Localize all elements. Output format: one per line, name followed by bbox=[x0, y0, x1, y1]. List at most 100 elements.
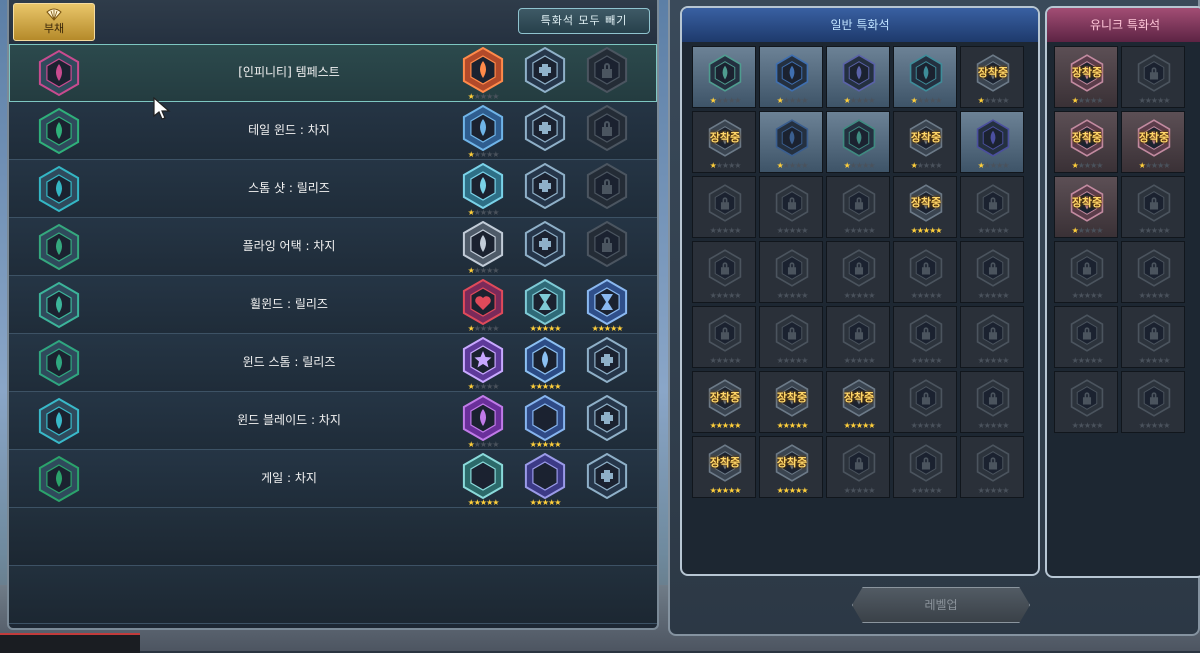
equipped-stone-cell[interactable]: 장착중 ★★★★★ bbox=[692, 436, 756, 498]
purple-drop-gem-icon bbox=[462, 394, 504, 442]
flying-attack-skill-icon bbox=[33, 223, 85, 271]
star-rating: ★★★★★ bbox=[843, 226, 876, 235]
star-rating: ★★★★★ bbox=[843, 356, 876, 365]
equipped-stone-slot[interactable]: ★★★★★ bbox=[581, 278, 633, 333]
skill-row[interactable]: 스톰 샷 : 릴리즈 ★★★★★ bbox=[9, 160, 657, 218]
equipped-stone-cell[interactable]: 장착중 ★★★★★ bbox=[759, 371, 823, 433]
equipped-label: 장착중 bbox=[910, 131, 942, 144]
equipped-label: 장착중 bbox=[843, 391, 875, 404]
equipped-stone-slot[interactable]: ★★★★★ bbox=[457, 278, 509, 333]
equipped-stone-cell[interactable]: 장착중 ★★★★★ bbox=[826, 371, 890, 433]
equipped-stone-slot[interactable]: ★★★★★ bbox=[519, 394, 571, 449]
equipped-stone-cell[interactable]: 장착중 ★★★★★ bbox=[1054, 176, 1118, 238]
cyan-flame-gem-icon bbox=[462, 162, 504, 210]
stone-cell[interactable]: ★★★★★ bbox=[960, 111, 1024, 173]
equipped-stone-slot[interactable]: ★★★★★ bbox=[457, 220, 509, 275]
add-stone-slot[interactable] bbox=[581, 336, 633, 391]
star-rating: ★★★★★ bbox=[977, 356, 1010, 365]
star-rating: ★★★★★ bbox=[910, 421, 943, 430]
tab-secondary-weapon[interactable]: 부채 bbox=[13, 3, 95, 41]
equipped-stone-slot[interactable]: ★★★★★ bbox=[457, 46, 509, 101]
stone-gem-icon bbox=[708, 54, 742, 92]
equipped-stone-cell[interactable]: 장착중 ★★★★★ bbox=[1121, 111, 1185, 173]
skill-row[interactable]: 휠윈드 : 릴리즈 ★★★★★ ★★★★★ ★★★★★ bbox=[9, 276, 657, 334]
equipped-stone-slot[interactable]: ★★★★★ bbox=[519, 452, 571, 507]
fan-icon bbox=[46, 8, 62, 21]
star-rating: ★★★★★ bbox=[529, 498, 562, 507]
skill-row[interactable]: 윈드 스톰 : 릴리즈 ★★★★★ ★★★★★ bbox=[9, 334, 657, 392]
stone-gem-icon bbox=[775, 54, 809, 92]
skill-row[interactable]: 플라잉 어택 : 차지 ★★★★★ bbox=[9, 218, 657, 276]
star-rating: ★★★★★ bbox=[1071, 226, 1104, 235]
star-rating: ★★★★★ bbox=[1138, 226, 1171, 235]
star-rating: ★★★★★ bbox=[709, 421, 742, 430]
add-stone-slot[interactable] bbox=[519, 220, 571, 275]
skill-row[interactable]: 테일 윈드 : 차지 ★★★★★ bbox=[9, 102, 657, 160]
add-stone-slot[interactable] bbox=[519, 104, 571, 159]
star-rating: ★★★★★ bbox=[467, 266, 500, 275]
star-rating: ★★★★★ bbox=[1138, 291, 1171, 300]
equipped-stone-cell[interactable]: 장착중 ★★★★★ bbox=[759, 436, 823, 498]
star-rating: ★★★★★ bbox=[843, 161, 876, 170]
moon-indigo-gem-icon bbox=[524, 452, 566, 500]
equipped-label: 장착중 bbox=[776, 456, 808, 469]
stone-cell[interactable]: ★★★★★ bbox=[826, 111, 890, 173]
equipped-stone-cell[interactable]: 장착중 ★★★★★ bbox=[1054, 46, 1118, 108]
star-rating: ★★★★★ bbox=[467, 92, 500, 101]
equipped-stone-cell[interactable]: 장착중 ★★★★★ bbox=[1054, 111, 1118, 173]
skill-frame-icon bbox=[38, 165, 80, 213]
equipped-stone-slot[interactable]: ★★★★★ bbox=[457, 336, 509, 391]
add-stone-slot[interactable] bbox=[581, 394, 633, 449]
skill-row[interactable]: 게일 : 차지 ★★★★★ ★★★★★ bbox=[9, 450, 657, 508]
stone-cell[interactable]: ★★★★★ bbox=[759, 111, 823, 173]
skill-list: [인피니티] 템페스트 ★★★★★ 테일 윈드 : 차지 ★★★★★ 스톰 샷 … bbox=[9, 44, 657, 624]
lock-icon bbox=[708, 184, 742, 222]
star-rating: ★★★★★ bbox=[977, 161, 1010, 170]
equipped-stone-cell[interactable]: 장착중 ★★★★★ bbox=[893, 111, 957, 173]
stone-gem-icon bbox=[842, 119, 876, 157]
star-rating: ★★★★★ bbox=[843, 291, 876, 300]
star-rating: ★★★★★ bbox=[709, 96, 742, 105]
star-rating: ★★★★★ bbox=[467, 208, 500, 217]
star-rating: ★★★★★ bbox=[1138, 96, 1171, 105]
equipped-stone-cell[interactable]: 장착중 ★★★★★ bbox=[692, 111, 756, 173]
equipped-label: 장착중 bbox=[776, 391, 808, 404]
stone-cell[interactable]: ★★★★★ bbox=[759, 46, 823, 108]
empty-skill-row bbox=[9, 566, 657, 624]
equipped-stone-slot[interactable]: ★★★★★ bbox=[519, 336, 571, 391]
equipped-stone-slot[interactable]: ★★★★★ bbox=[457, 162, 509, 217]
skill-row[interactable]: [인피니티] 템페스트 ★★★★★ bbox=[9, 44, 657, 102]
star-rating: ★★★★★ bbox=[591, 324, 624, 333]
star-rating: ★★★★★ bbox=[977, 421, 1010, 430]
equipped-stone-slot[interactable]: ★★★★★ bbox=[519, 278, 571, 333]
skill-name: 게일 : 차지 bbox=[261, 471, 317, 485]
locked-stone-cell: ★★★★★ bbox=[893, 241, 957, 303]
level-up-button[interactable]: 레벨업 bbox=[852, 587, 1030, 623]
stone-cell[interactable]: ★★★★★ bbox=[826, 46, 890, 108]
add-stone-slot[interactable] bbox=[519, 46, 571, 101]
star-rating: ★★★★★ bbox=[910, 226, 943, 235]
stone-cell[interactable]: ★★★★★ bbox=[893, 46, 957, 108]
locked-stone-cell: ★★★★★ bbox=[1121, 176, 1185, 238]
star-rating: ★★★★★ bbox=[709, 356, 742, 365]
locked-stone-cell: ★★★★★ bbox=[893, 371, 957, 433]
locked-stone-cell: ★★★★★ bbox=[759, 176, 823, 238]
equipped-stone-slot[interactable]: ★★★★★ bbox=[457, 452, 509, 507]
equipped-stone-cell[interactable]: 장착중 ★★★★★ bbox=[960, 46, 1024, 108]
lock-icon bbox=[586, 162, 628, 210]
lock-icon bbox=[1070, 379, 1104, 417]
locked-stone-cell: ★★★★★ bbox=[826, 176, 890, 238]
add-stone-slot[interactable] bbox=[519, 162, 571, 217]
skill-row[interactable]: 윈드 블레이드 : 차지 ★★★★★ ★★★★★ bbox=[9, 392, 657, 450]
stone-cell[interactable]: ★★★★★ bbox=[692, 46, 756, 108]
remove-all-stones-button[interactable]: 특화석 모두 빼기 bbox=[518, 8, 650, 34]
skill-frame-icon bbox=[38, 49, 80, 97]
equipped-stone-cell[interactable]: 장착중 ★★★★★ bbox=[692, 371, 756, 433]
equipped-stone-slot[interactable]: ★★★★★ bbox=[457, 394, 509, 449]
equipped-stone-cell[interactable]: 장착중 ★★★★★ bbox=[893, 176, 957, 238]
lock-icon bbox=[1137, 314, 1171, 352]
lock-icon bbox=[842, 184, 876, 222]
locked-stone-cell: ★★★★★ bbox=[826, 436, 890, 498]
add-stone-slot[interactable] bbox=[581, 452, 633, 507]
equipped-stone-slot[interactable]: ★★★★★ bbox=[457, 104, 509, 159]
